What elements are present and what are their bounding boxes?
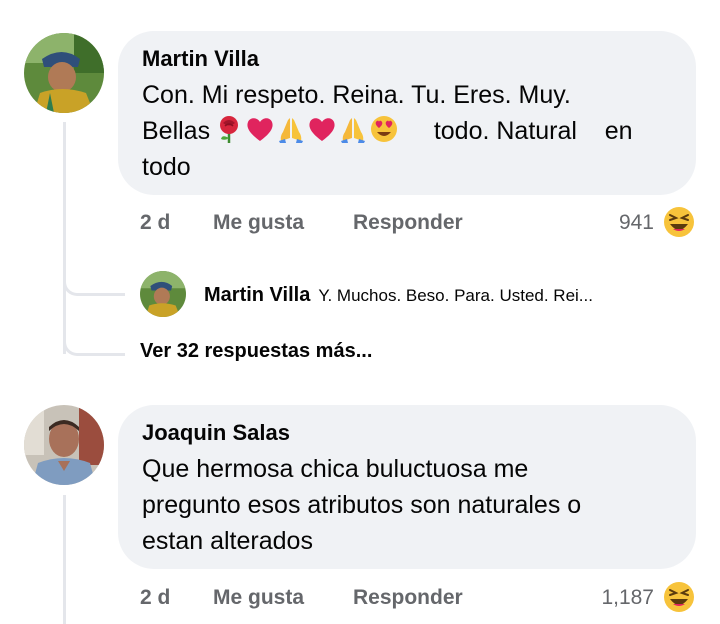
red-heart-emoji-icon bbox=[309, 118, 335, 141]
comment-text-fragment: todo. Natural en bbox=[433, 117, 633, 145]
reaction-count[interactable]: 1,187 bbox=[570, 586, 654, 610]
emoji-row bbox=[214, 114, 399, 144]
comment-text-line: estan alterados bbox=[142, 527, 313, 555]
folded-hands-emoji-icon bbox=[279, 118, 304, 143]
comment-bubble: Martin Villa Con. Mi respeto. Reina. Tu.… bbox=[118, 31, 696, 195]
reply-author[interactable]: Martin Villa bbox=[204, 284, 310, 306]
timestamp[interactable]: 2 d bbox=[140, 211, 170, 235]
comment-bubble: Joaquin Salas Que hermosa chica buluctuo… bbox=[118, 405, 696, 569]
comment-text: Que hermosa chica buluctuosa me pregunto… bbox=[142, 451, 672, 559]
comment-text-line: Que hermosa chica buluctuosa me bbox=[142, 455, 529, 483]
reply-text: Y. Muchos. Beso. Para. Usted. Rei... bbox=[318, 286, 593, 305]
comment-text-fragment: Bellas bbox=[142, 117, 211, 145]
laughing-emoji-icon[interactable] bbox=[662, 580, 696, 614]
comment-text-line: pregunto esos atributos son naturales o bbox=[142, 491, 582, 519]
reply-preview[interactable]: Martin Villa Y. Muchos. Beso. Para. Usted… bbox=[204, 284, 593, 307]
red-heart-emoji-icon bbox=[247, 118, 273, 141]
timestamp[interactable]: 2 d bbox=[140, 586, 170, 610]
folded-hands-emoji-icon bbox=[341, 118, 366, 143]
rose-emoji-icon bbox=[220, 116, 239, 143]
comment-author[interactable]: Martin Villa bbox=[142, 45, 672, 73]
comment-text-line: todo bbox=[142, 153, 191, 181]
thread-line bbox=[63, 495, 66, 624]
reply-button[interactable]: Responder bbox=[353, 211, 463, 235]
comment-text-line: Con. Mi respeto. Reina. Tu. Eres. Muy. bbox=[142, 81, 571, 109]
like-button[interactable]: Me gusta bbox=[213, 586, 304, 610]
thread-line bbox=[63, 122, 66, 354]
thread-branch bbox=[63, 270, 125, 296]
avatar[interactable] bbox=[24, 405, 104, 485]
avatar[interactable] bbox=[24, 33, 104, 113]
comment-author[interactable]: Joaquin Salas bbox=[142, 419, 672, 447]
comment-text-line: Bellas todo. Natural en bbox=[142, 113, 672, 149]
reply-avatar[interactable] bbox=[140, 271, 186, 317]
thread-branch bbox=[63, 330, 125, 356]
heart-eyes-emoji-icon bbox=[371, 116, 398, 142]
view-more-replies-link[interactable]: Ver 32 respuestas más... bbox=[140, 340, 372, 363]
comment-text: Con. Mi respeto. Reina. Tu. Eres. Muy. B… bbox=[142, 77, 672, 185]
like-button[interactable]: Me gusta bbox=[213, 211, 304, 235]
reaction-count[interactable]: 941 bbox=[580, 211, 654, 235]
reply-button[interactable]: Responder bbox=[353, 586, 463, 610]
laughing-emoji-icon[interactable] bbox=[662, 205, 696, 239]
